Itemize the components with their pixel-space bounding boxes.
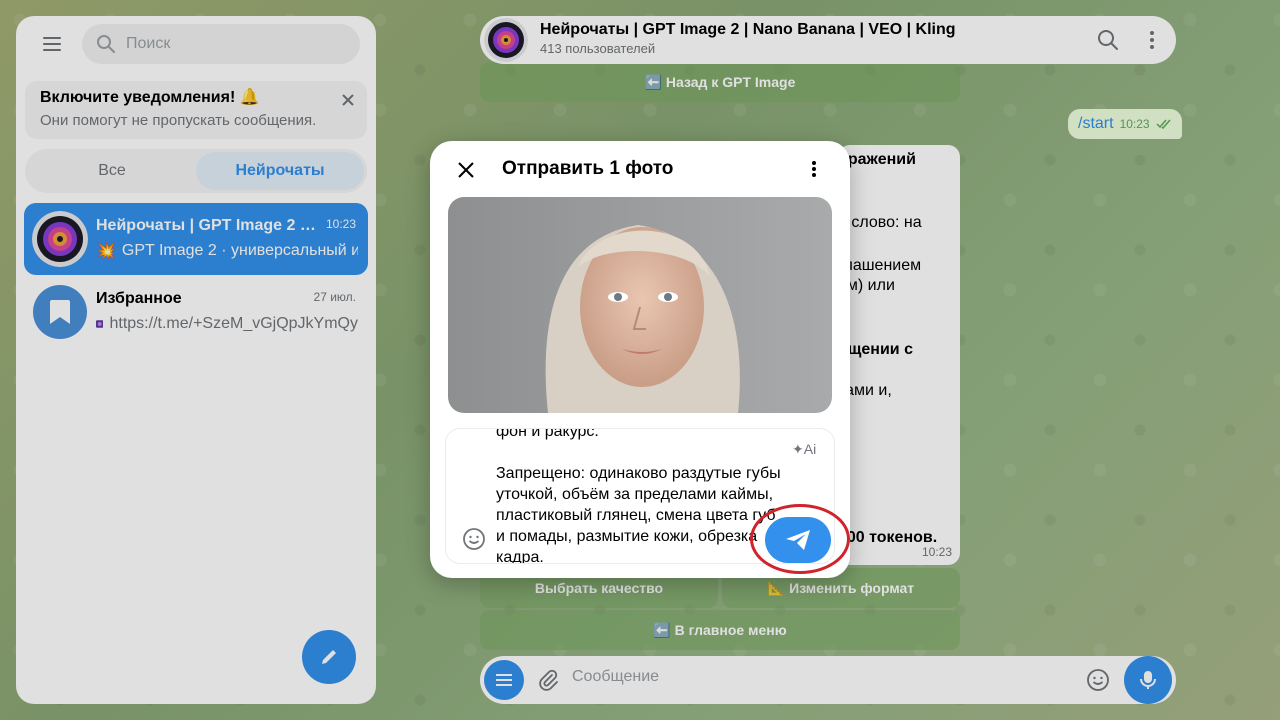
incoming-message: бражений е слово: на глашением ём) или б…	[838, 145, 960, 565]
attached-photo[interactable]	[448, 197, 832, 413]
chat-name: Избранное	[96, 290, 182, 307]
emoji-icon[interactable]	[462, 527, 486, 551]
microphone-icon	[1140, 671, 1156, 689]
message-text[interactable]: /start	[1078, 115, 1114, 133]
caption-paragraph: Запрещено: одинаково раздутые губы уточк…	[496, 465, 781, 563]
send-arrow-icon	[786, 530, 810, 550]
sidebar: Включите уведомления! 🔔 Они помогут не п…	[16, 16, 376, 704]
ai-label: Ai	[803, 441, 817, 457]
notification-text: Они помогут не пропускать сообщения.	[40, 112, 317, 129]
chat-list-item-neurochats[interactable]: Нейрочаты | GPT Image 2 | Nano Banana | …	[24, 203, 368, 275]
chat-title: Нейрочаты | GPT Image 2 | Nano Banana | …	[540, 21, 956, 38]
voice-record-button[interactable]	[1124, 656, 1172, 704]
outgoing-message: /start 10:23	[1068, 109, 1182, 139]
saved-messages-avatar	[33, 285, 87, 339]
message-line: е слово: на	[838, 214, 922, 231]
message-time: 10:23	[1119, 117, 1150, 131]
compose-button[interactable]	[302, 630, 356, 684]
send-photo-dialog: Отправить 1 фото фон и ракурс. Запрещено…	[430, 141, 850, 578]
dialog-title: Отправить 1 фото	[502, 158, 674, 179]
search-icon[interactable]	[1096, 28, 1120, 52]
paperclip-icon[interactable]	[536, 668, 560, 692]
message-input[interactable]	[572, 668, 1052, 686]
hamburger-menu-button[interactable]	[36, 30, 68, 58]
search-input[interactable]	[126, 35, 326, 53]
double-check-icon	[1156, 119, 1171, 129]
chat-preview: https://t.me/+SzeM_vGjQpJkYmQy	[96, 314, 358, 334]
chat-member-count: 413 пользователей	[540, 41, 656, 56]
tab-all[interactable]: Все	[28, 152, 196, 190]
tab-neurochats[interactable]: Нейрочаты	[196, 152, 364, 190]
chat-preview-text: https://t.me/+SzeM_vGjQpJkYmQy	[109, 315, 358, 332]
caption-text[interactable]: фон и ракурс. Запрещено: одинаково разду…	[496, 429, 786, 563]
chat-name: Нейрочаты | GPT Image 2 | Nano Banana | …	[96, 217, 316, 234]
chat-preview-text: GPT Image 2 · универсальный инструмент	[121, 242, 358, 259]
chat-time: 27 июл.	[313, 290, 356, 304]
explosion-emoji-icon: 💥	[96, 243, 116, 260]
bot-menu-button[interactable]	[484, 660, 524, 700]
search-bar[interactable]	[82, 24, 360, 64]
keyboard-button-main-menu[interactable]: ⬅️ В главное меню	[480, 610, 960, 650]
ai-sparkle-icon[interactable]: ✦Ai	[792, 441, 816, 458]
emoji-icon[interactable]	[1086, 668, 1110, 692]
caption-partial-line: фон и ракурс.	[496, 429, 599, 440]
message-composer	[480, 656, 1176, 704]
chat-header-avatar[interactable]	[484, 18, 528, 62]
link-thumbnail-icon	[96, 320, 104, 328]
sidebar-header	[16, 16, 376, 72]
search-icon	[97, 35, 115, 53]
folder-tabs: Все Нейрочаты	[25, 149, 367, 193]
notification-banner[interactable]: Включите уведомления! 🔔 Они помогут не п…	[25, 81, 367, 139]
message-time: 10:23	[921, 545, 952, 559]
chat-list-item-saved[interactable]: Избранное 27 июл. https://t.me/+SzeM_vGj…	[24, 276, 368, 348]
notification-title: Включите уведомления! 🔔	[40, 89, 260, 106]
chat-time: 10:23	[325, 217, 356, 231]
close-icon[interactable]	[456, 160, 476, 180]
chat-avatar	[32, 211, 88, 267]
more-vertical-icon[interactable]	[1140, 28, 1164, 52]
chat-header[interactable]: Нейрочаты | GPT Image 2 | Nano Banana | …	[480, 16, 1176, 64]
send-button[interactable]	[765, 517, 831, 563]
pencil-icon	[322, 650, 336, 664]
chat-preview: 💥 GPT Image 2 · универсальный инструмент	[96, 241, 358, 261]
more-vertical-icon[interactable]	[804, 159, 824, 179]
message-line: глашением	[838, 257, 922, 274]
keyboard-button-back-gpt-image[interactable]: ⬅️ Назад к GPT Image	[480, 62, 960, 102]
close-icon[interactable]	[341, 93, 355, 107]
